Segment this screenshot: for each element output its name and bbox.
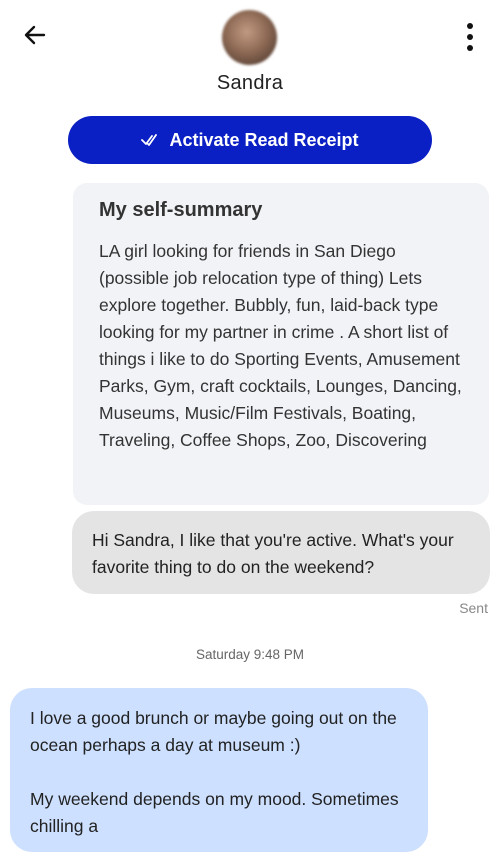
more-options-button[interactable] bbox=[460, 20, 480, 54]
message-timestamp: Saturday 9:48 PM bbox=[195, 647, 305, 662]
sent-status: Sent bbox=[459, 600, 488, 616]
activate-read-receipt-button[interactable]: Activate Read Receipt bbox=[68, 116, 432, 164]
sent-message-bubble[interactable]: Hi Sandra, I like that you're active. Wh… bbox=[72, 511, 490, 594]
self-summary-card: My self-summary LA girl looking for frie… bbox=[73, 183, 489, 505]
arrow-left-icon bbox=[24, 25, 46, 45]
summary-text: LA girl looking for friends in San Diego… bbox=[99, 241, 462, 450]
received-message-bubble[interactable]: I love a good brunch or maybe going out … bbox=[10, 688, 428, 852]
more-vertical-icon bbox=[467, 23, 473, 29]
received-message-paragraph: My weekend depends on my mood. Sometimes… bbox=[30, 789, 399, 836]
received-message-paragraph: I love a good brunch or maybe going out … bbox=[30, 708, 397, 755]
contact-name: Sandra bbox=[216, 72, 284, 94]
avatar[interactable] bbox=[222, 10, 277, 65]
summary-title: My self-summary bbox=[99, 199, 263, 221]
sent-message-text: Hi Sandra, I like that you're active. Wh… bbox=[92, 530, 454, 577]
back-button[interactable] bbox=[20, 20, 50, 50]
read-receipt-label: Activate Read Receipt bbox=[169, 129, 359, 150]
double-check-icon bbox=[141, 134, 158, 146]
